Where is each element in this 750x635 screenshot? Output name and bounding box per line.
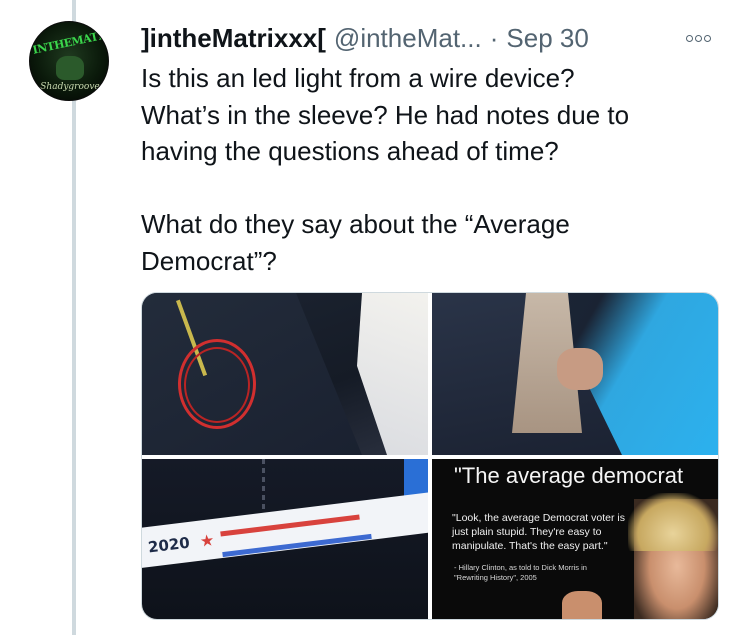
media-image-2[interactable] [432, 293, 718, 455]
star-icon: ★ [199, 532, 216, 551]
tweet-date[interactable]: Sep 30 [506, 22, 588, 54]
display-name[interactable]: ]intheMatrixxx[ [141, 22, 326, 54]
media-image-1[interactable] [142, 293, 428, 455]
image-quote: "Look, the average Democrat voter is jus… [452, 512, 625, 552]
more-dot-2 [695, 34, 702, 42]
raised-hand-shape [562, 591, 602, 619]
hand-shape [557, 348, 603, 390]
more-dot-3 [704, 34, 711, 42]
media-image-4[interactable]: "The average democrat "Look, the average… [432, 459, 718, 619]
avatar-figure [56, 56, 84, 80]
tweet-paragraph-spacer [141, 170, 731, 207]
avatar[interactable]: INTHEMATRIXXX Shadygroove [29, 21, 109, 101]
tweet-body: Is this an led light from a wire device?… [141, 60, 731, 279]
media-image-3[interactable]: 2020 ★ [142, 459, 428, 619]
avatar-logo-text: INTHEMATRIXXX [31, 22, 109, 57]
user-handle[interactable]: @intheMat... [334, 22, 482, 54]
media-grid: 2020 ★ "The average democrat "Look, the … [141, 292, 719, 620]
separator-dot: · [489, 23, 499, 53]
more-options-icon[interactable] [686, 30, 716, 46]
tweet-header: ]intheMatrixxx[ @intheMat... · Sep 30 [141, 22, 589, 54]
avatar-signature-text: Shadygroove [40, 82, 100, 92]
tweet-paragraph-1: Is this an led light from a wire device?… [141, 63, 630, 166]
image-headline: "The average democrat [454, 463, 684, 488]
image-credit: - Hillary Clinton, as told to Dick Morri… [454, 563, 587, 582]
tweet-paragraph-2: What do they say about the “Average Demo… [141, 209, 570, 276]
annotation-circle-inner [184, 347, 250, 423]
debate-banner-bar [142, 491, 428, 569]
more-dot-1 [686, 34, 693, 42]
